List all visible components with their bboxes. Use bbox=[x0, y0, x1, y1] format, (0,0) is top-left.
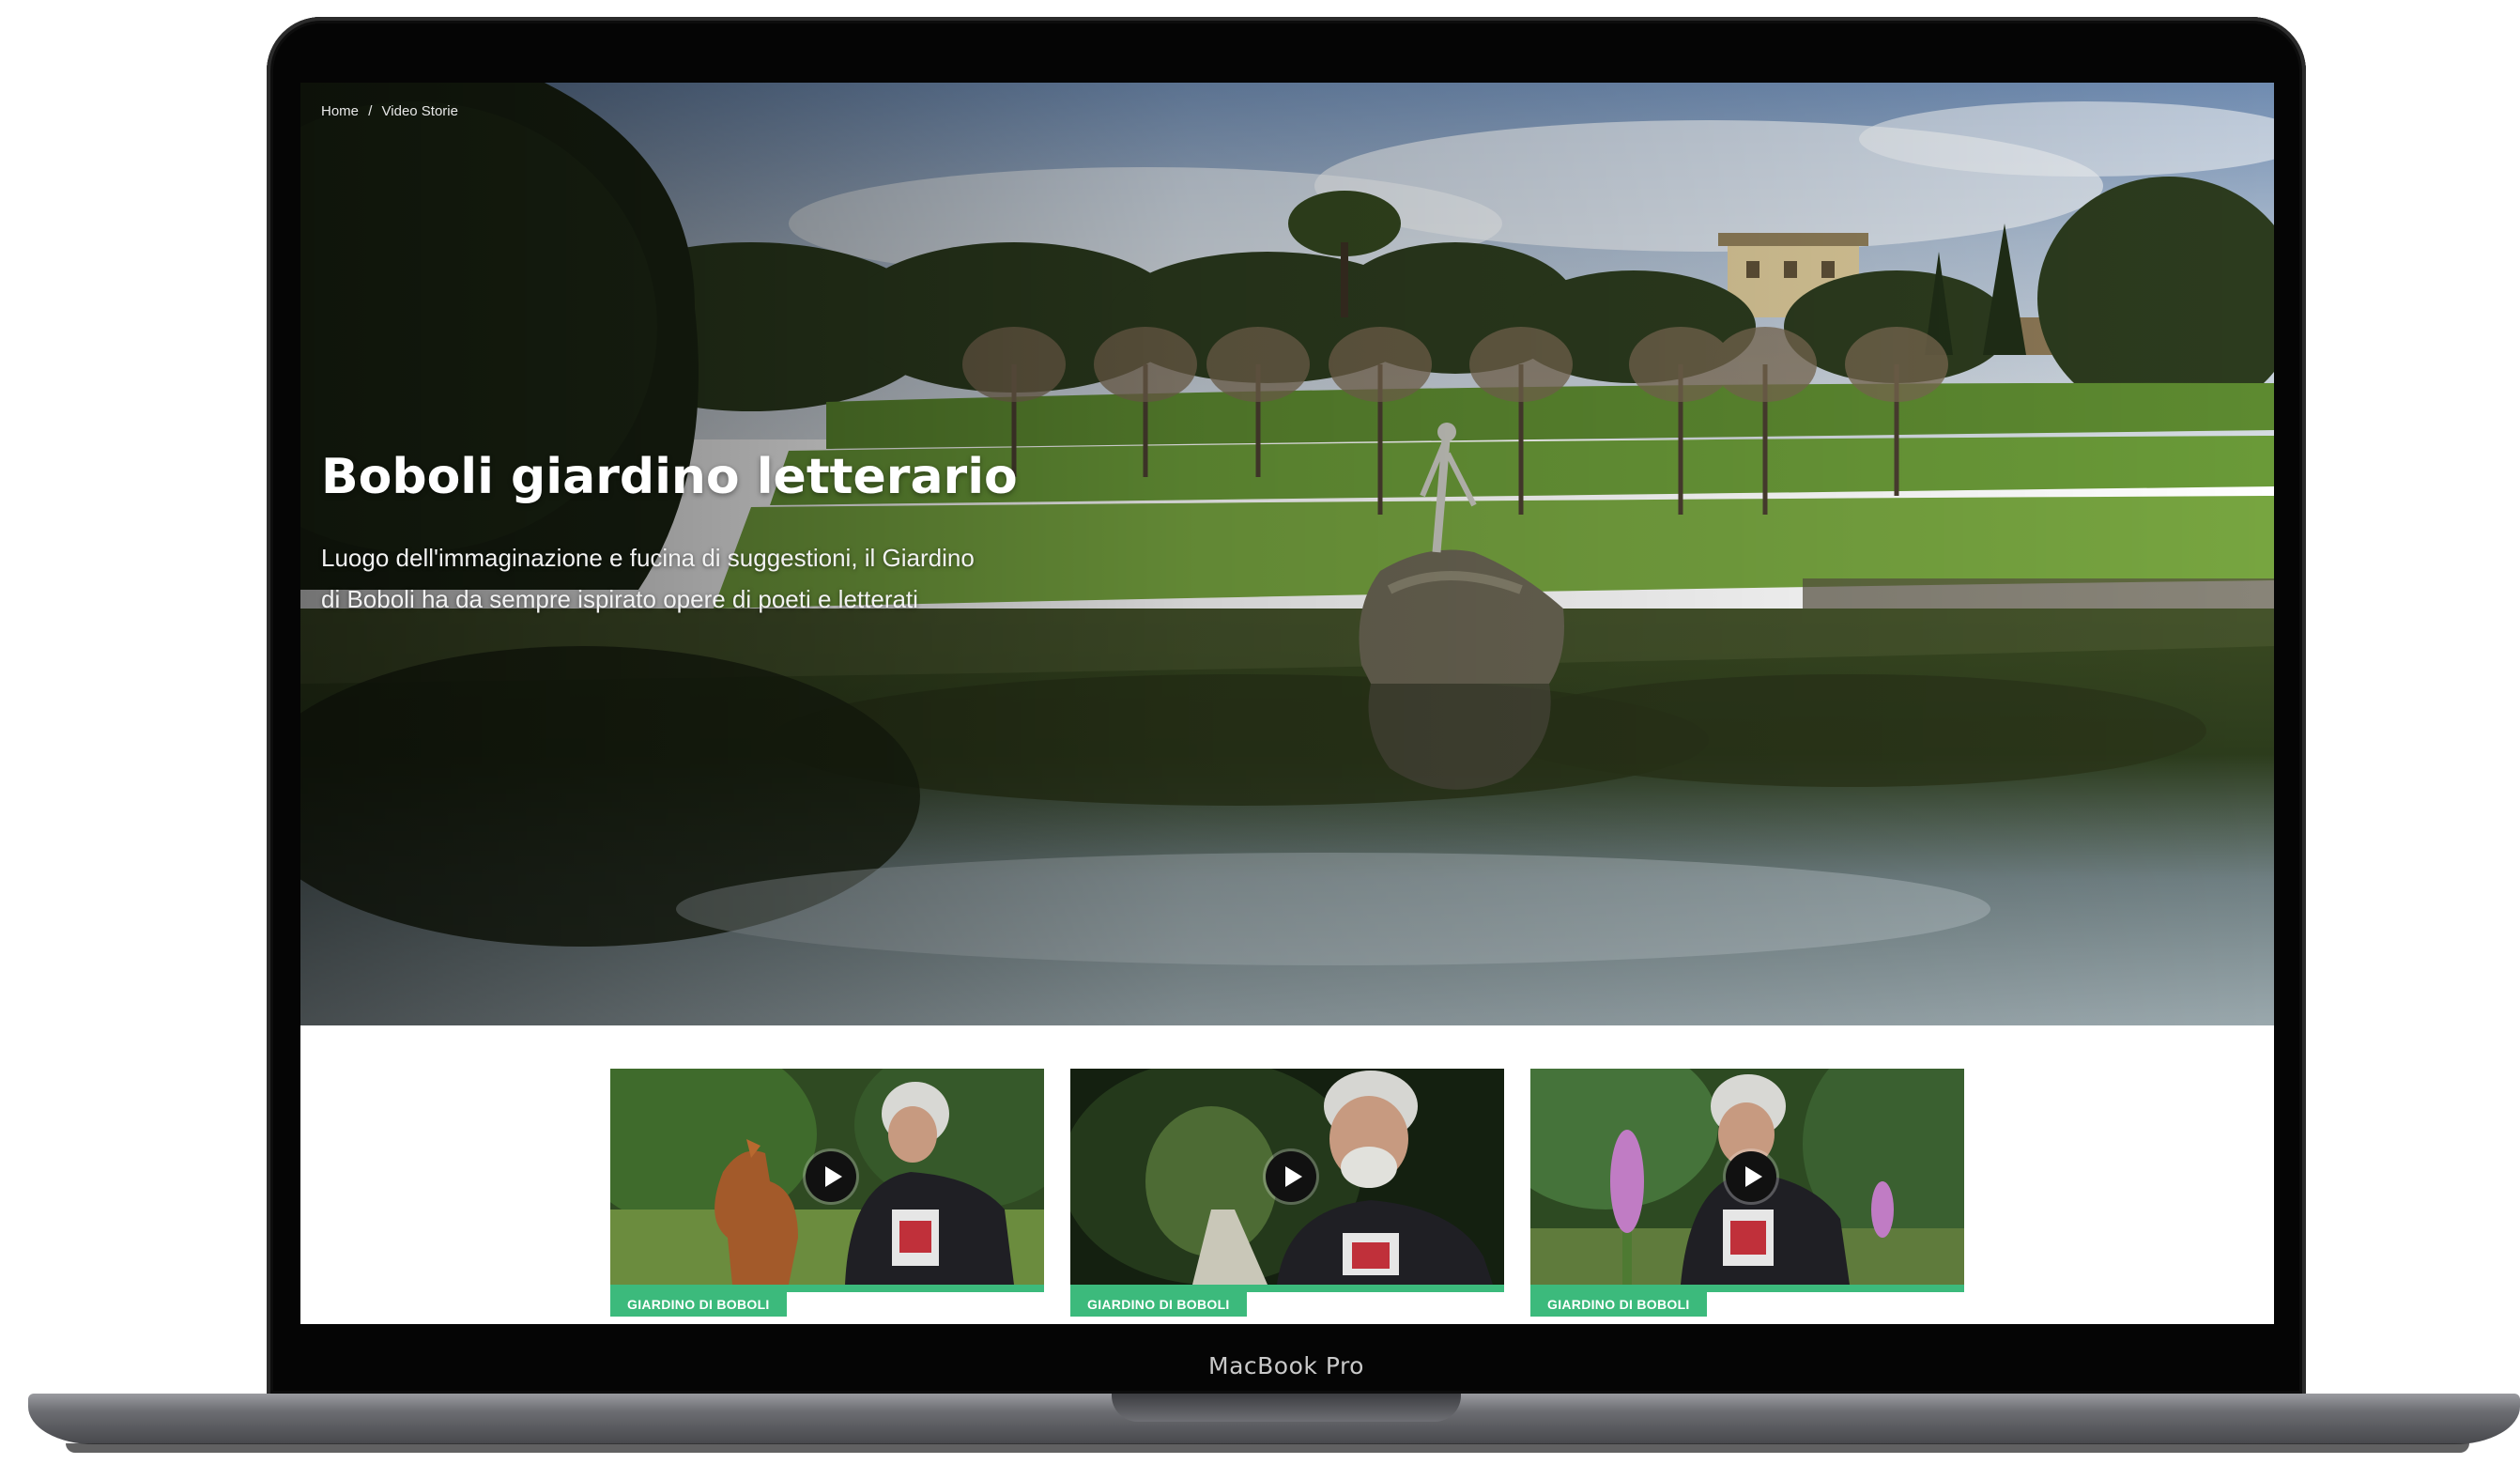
breadcrumb: Home / Video Storie bbox=[321, 103, 464, 119]
category-badge[interactable]: GIARDINO DI BOBOLI bbox=[1530, 1292, 1707, 1317]
video-card-list: GIARDINO DI BOBOLI GIARDINO DI BOBOLI GI… bbox=[610, 1069, 1964, 1318]
browser-screen: Home / Video Storie Boboli giardino lett… bbox=[300, 83, 2274, 1324]
breadcrumb-home-link[interactable]: Home bbox=[321, 103, 359, 119]
card-accent-bar bbox=[1070, 1285, 1504, 1292]
card-accent-bar bbox=[610, 1285, 1044, 1292]
hero-section: Home / Video Storie Boboli giardino lett… bbox=[300, 83, 2274, 1025]
breadcrumb-current: Video Storie bbox=[381, 103, 458, 119]
play-icon[interactable] bbox=[806, 1151, 856, 1202]
video-card[interactable]: GIARDINO DI BOBOLI bbox=[1530, 1069, 1964, 1318]
play-icon[interactable] bbox=[1266, 1151, 1316, 1202]
laptop-base-notch bbox=[1112, 1394, 1461, 1422]
category-badge[interactable]: GIARDINO DI BOBOLI bbox=[610, 1292, 787, 1317]
card-accent-bar bbox=[1530, 1285, 1964, 1292]
device-brand-label: MacBook Pro bbox=[1208, 1352, 1364, 1379]
play-icon[interactable] bbox=[1726, 1151, 1776, 1202]
hero-description: Luogo dell'immaginazione e fucina di sug… bbox=[321, 544, 975, 613]
laptop-base-shadow bbox=[66, 1443, 2469, 1453]
video-thumbnail[interactable] bbox=[1070, 1069, 1504, 1285]
hero-title: Boboli giardino letterario bbox=[321, 449, 1018, 505]
macbook-mockup: Home / Video Storie Boboli giardino lett… bbox=[0, 0, 2520, 1464]
breadcrumb-separator: / bbox=[368, 103, 373, 119]
category-badge[interactable]: GIARDINO DI BOBOLI bbox=[1070, 1292, 1247, 1317]
video-card[interactable]: GIARDINO DI BOBOLI bbox=[1070, 1069, 1504, 1318]
video-thumbnail[interactable] bbox=[1530, 1069, 1964, 1285]
video-thumbnail[interactable] bbox=[610, 1069, 1044, 1285]
video-card[interactable]: GIARDINO DI BOBOLI bbox=[610, 1069, 1044, 1318]
